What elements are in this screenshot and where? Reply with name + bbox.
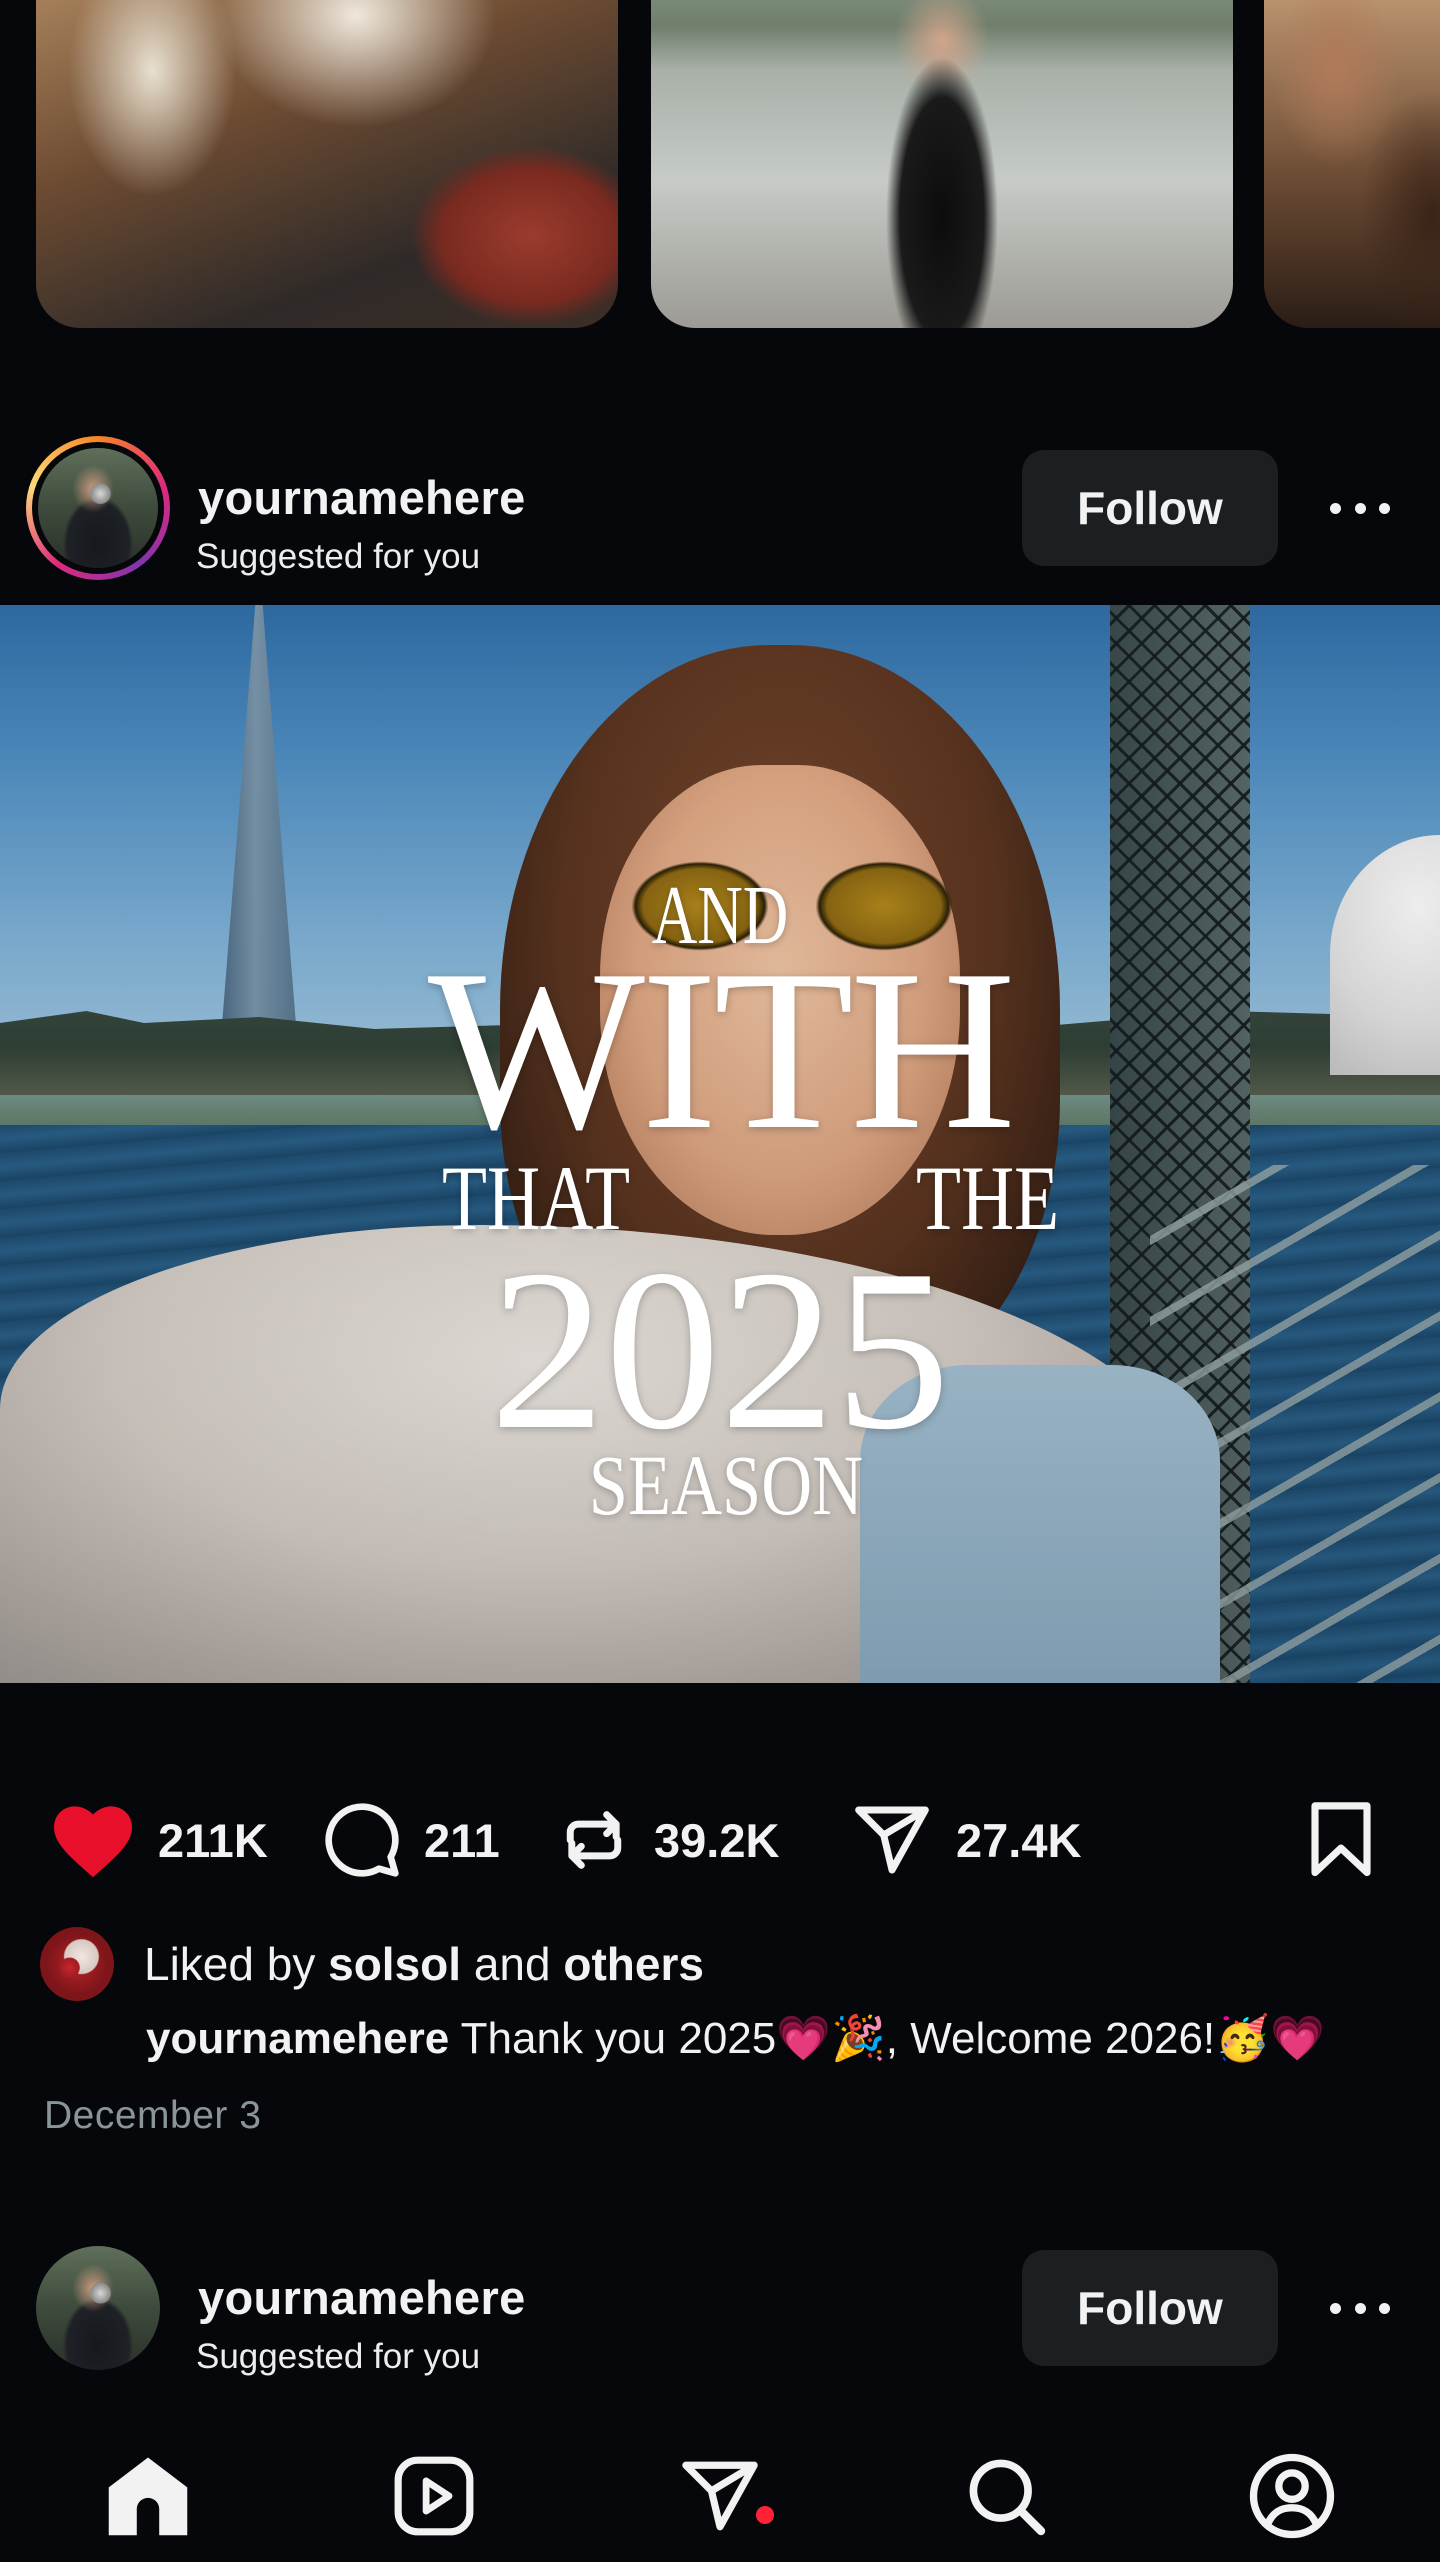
post-media[interactable]: AND WITH THAT THE 2025 SEASON — [0, 605, 1440, 1683]
liked-by-connector: and — [473, 1938, 551, 1990]
search-icon[interactable] — [964, 2454, 1048, 2538]
direct-icon[interactable] — [677, 2455, 763, 2537]
liked-by-text: Liked by solsol and others — [144, 1937, 704, 1991]
nav-home[interactable] — [98, 2446, 198, 2546]
share-action[interactable]: 27.4K — [850, 1790, 1081, 1890]
avatar-inner — [32, 442, 164, 574]
next-more-options-icon[interactable] — [1320, 2278, 1400, 2338]
reels-icon[interactable] — [391, 2453, 477, 2539]
caption-text: Thank you 2025💗🎉, Welcome 2026!🥳💗 — [460, 2014, 1325, 2063]
nav-profile[interactable] — [1242, 2446, 1342, 2546]
post-caption: yournamehere Thank you 2025💗🎉, Welcome 2… — [146, 2012, 1426, 2076]
media-text-overlay: AND WITH THAT THE 2025 SEASON — [0, 605, 1440, 1683]
liked-by-others[interactable]: others — [563, 1938, 704, 1990]
profile-icon[interactable] — [1248, 2452, 1336, 2540]
liked-by-prefix: Liked by — [144, 1938, 316, 1990]
next-post-header: yournamehere Suggested for you Follow — [0, 2230, 1440, 2380]
liked-by-row[interactable]: Liked by solsol and others — [40, 1924, 1400, 2004]
dot — [1330, 502, 1341, 514]
reel-thumbnail[interactable] — [36, 0, 618, 328]
repost-action[interactable]: 39.2K — [556, 1790, 779, 1890]
dot — [1354, 2302, 1366, 2314]
avatar-image — [38, 448, 158, 568]
liker-avatar[interactable] — [40, 1927, 114, 2001]
next-post-username[interactable]: yournamehere — [198, 2270, 526, 2325]
share-icon[interactable] — [850, 1800, 934, 1880]
next-follow-button[interactable]: Follow — [1022, 2250, 1278, 2366]
repost-icon[interactable] — [556, 1800, 632, 1880]
next-post-subtitle: Suggested for you — [196, 2337, 481, 2376]
notification-dot — [756, 2506, 774, 2524]
bookmark-icon[interactable] — [1306, 1801, 1376, 1879]
share-count: 27.4K — [956, 1813, 1082, 1867]
like-action[interactable]: 211K — [50, 1790, 268, 1890]
overlay-text-with: WITH — [427, 922, 1016, 1177]
like-count: 211K — [158, 1813, 268, 1867]
more-options-icon[interactable] — [1320, 478, 1400, 538]
post-username[interactable]: yournamehere — [198, 470, 526, 525]
bottom-nav — [0, 2406, 1440, 2562]
home-icon[interactable] — [103, 2453, 193, 2539]
next-post-avatar[interactable] — [26, 2236, 170, 2380]
repost-count: 39.2K — [654, 1813, 780, 1867]
heart-icon[interactable] — [50, 1801, 136, 1879]
dot — [1354, 502, 1366, 514]
reel-thumbnail[interactable] — [1264, 0, 1440, 328]
reel-thumbnail[interactable] — [651, 0, 1233, 328]
reels-strip — [0, 0, 1440, 330]
liked-by-user[interactable]: solsol — [328, 1938, 461, 1990]
avatar-image — [36, 2246, 160, 2370]
nav-search[interactable] — [956, 2446, 1056, 2546]
post-avatar[interactable] — [26, 436, 170, 580]
comment-icon[interactable] — [322, 1800, 402, 1880]
dot — [1379, 2302, 1390, 2314]
save-action[interactable] — [1306, 1790, 1376, 1890]
overlay-text-season: SEASON — [588, 1437, 864, 1533]
comment-count: 211 — [424, 1813, 500, 1867]
nav-reels[interactable] — [384, 2446, 484, 2546]
dot — [1379, 502, 1390, 514]
caption-username[interactable]: yournamehere — [146, 2014, 449, 2063]
post-subtitle: Suggested for you — [196, 537, 481, 576]
dot — [1330, 2302, 1341, 2314]
follow-button[interactable]: Follow — [1022, 450, 1278, 566]
nav-direct[interactable] — [670, 2446, 770, 2546]
overlay-text-year: 2025 — [490, 1222, 950, 1477]
post-actions: 211K 211 39.2K 27.4K — [0, 1790, 1440, 1890]
comment-action[interactable]: 211 — [322, 1790, 500, 1890]
post-header: yournamehere Suggested for you Follow — [0, 430, 1440, 580]
post-date: December 3 — [44, 2094, 262, 2137]
